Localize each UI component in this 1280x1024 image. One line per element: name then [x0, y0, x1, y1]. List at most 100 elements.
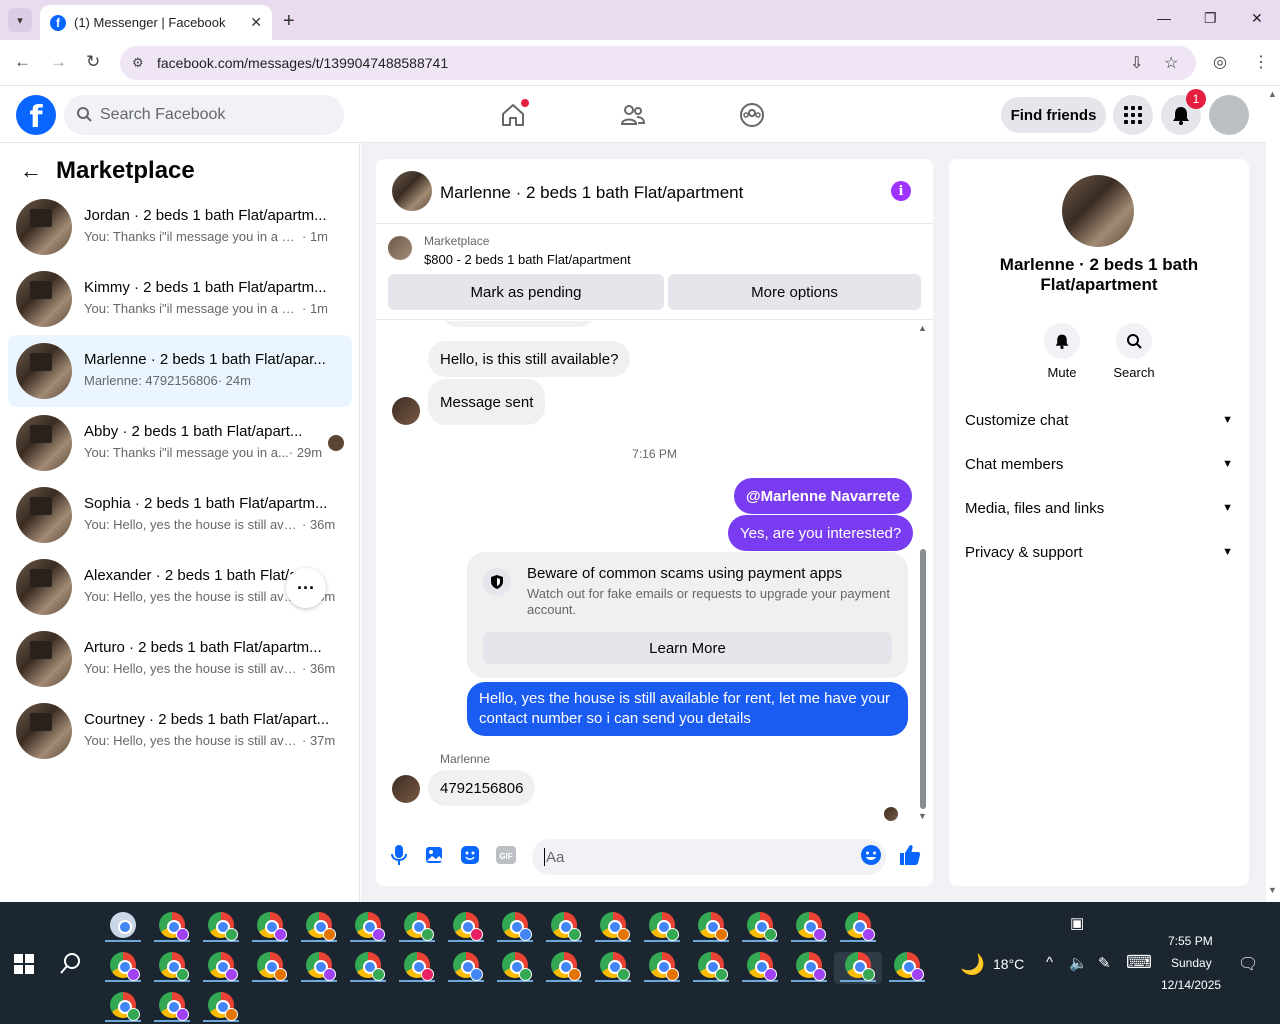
- chat-avatar[interactable]: [392, 171, 432, 211]
- conversation-item[interactable]: Courtney · 2 beds 1 bath Flat/apart... Yo…: [8, 695, 352, 767]
- back-button[interactable]: ←: [14, 52, 31, 72]
- bookmark-star-icon[interactable]: ☆: [1164, 53, 1178, 73]
- message-input[interactable]: Aa: [532, 839, 886, 875]
- chrome-taskbar-icon[interactable]: [208, 992, 238, 1021]
- chrome-taskbar-icon[interactable]: [502, 912, 532, 941]
- account-avatar[interactable]: [1209, 95, 1249, 135]
- chrome-taskbar-icon[interactable]: [796, 912, 826, 941]
- sender-avatar[interactable]: [392, 397, 420, 425]
- address-bar[interactable]: ⚙ facebook.com/messages/t/13990474885887…: [120, 46, 1196, 80]
- details-avatar[interactable]: [1062, 175, 1134, 247]
- facebook-search[interactable]: Search Facebook: [64, 95, 344, 135]
- conversation-item[interactable]: Arturo · 2 beds 1 bath Flat/apartm... You…: [8, 623, 352, 695]
- tab-close-icon[interactable]: ✕: [250, 14, 262, 31]
- home-icon[interactable]: [499, 99, 529, 129]
- chrome-taskbar-icon[interactable]: [355, 952, 385, 981]
- keyboard-icon[interactable]: ⌨: [1126, 952, 1152, 973]
- friends-icon[interactable]: [619, 101, 647, 129]
- chrome-taskbar-icon[interactable]: [159, 952, 189, 981]
- chrome-taskbar-icon[interactable]: [698, 912, 728, 941]
- chat-title[interactable]: Marlenne · 2 beds 1 bath Flat/apartment: [440, 183, 743, 203]
- scroll-down-arrow[interactable]: ▼: [918, 811, 927, 821]
- listing-title[interactable]: $800 - 2 beds 1 bath Flat/apartment: [424, 252, 631, 267]
- sticker-icon[interactable]: [459, 844, 481, 866]
- restore-button[interactable]: ❐: [1204, 10, 1217, 27]
- clock-day[interactable]: Sunday: [1171, 956, 1212, 970]
- gif-icon[interactable]: GIF: [495, 844, 517, 866]
- scroll-up-arrow[interactable]: ▲: [918, 323, 927, 333]
- app-icon[interactable]: [110, 912, 136, 938]
- sender-avatar-2[interactable]: [392, 775, 420, 803]
- emoji-icon[interactable]: [860, 844, 882, 866]
- install-app-icon[interactable]: ⇩: [1130, 53, 1143, 73]
- chrome-taskbar-icon[interactable]: [110, 992, 140, 1021]
- close-window-button[interactable]: ✕: [1251, 10, 1263, 27]
- media-files-links-row[interactable]: Media, files and links ▼: [965, 496, 1233, 520]
- conversation-more-options-button[interactable]: ···: [286, 568, 326, 608]
- page-scroll-up-arrow[interactable]: ▲: [1268, 89, 1277, 99]
- find-friends-button[interactable]: Find friends: [1001, 97, 1106, 133]
- site-info-icon[interactable]: ⚙: [132, 55, 144, 71]
- new-tab-button[interactable]: +: [283, 10, 295, 33]
- chrome-taskbar-icon[interactable]: [796, 952, 826, 981]
- chrome-taskbar-icon[interactable]: [747, 952, 777, 981]
- weather-moon-icon[interactable]: 🌙: [960, 952, 985, 977]
- menu-grid-icon[interactable]: [1113, 95, 1153, 135]
- notification-center-icon[interactable]: 🗨: [1238, 954, 1258, 974]
- browser-tab[interactable]: f (1) Messenger | Facebook ✕: [40, 5, 272, 40]
- back-arrow-icon[interactable]: ←: [20, 158, 42, 184]
- tab-search-dropdown[interactable]: ▾: [8, 8, 32, 32]
- chrome-taskbar-icon[interactable]: [845, 912, 875, 941]
- chrome-taskbar-icon[interactable]: [208, 952, 238, 981]
- listing-thumbnail[interactable]: [388, 236, 412, 260]
- pen-icon[interactable]: ✎: [1098, 954, 1111, 972]
- chrome-taskbar-icon[interactable]: [845, 952, 875, 981]
- conversation-item[interactable]: Jordan · 2 beds 1 bath Flat/apartm... You…: [8, 191, 352, 263]
- scrollbar-thumb[interactable]: [920, 549, 926, 809]
- chrome-taskbar-icon[interactable]: [453, 952, 483, 981]
- clock-time[interactable]: 7:55 PM: [1168, 934, 1213, 948]
- chrome-taskbar-icon[interactable]: [894, 952, 924, 981]
- chrome-taskbar-icon[interactable]: [404, 952, 434, 981]
- chrome-taskbar-icon[interactable]: [502, 952, 532, 981]
- chrome-taskbar-icon[interactable]: [110, 952, 140, 981]
- chrome-taskbar-icon[interactable]: [355, 912, 385, 941]
- conversation-item[interactable]: Abby · 2 beds 1 bath Flat/apart... You: T…: [8, 407, 352, 479]
- chrome-taskbar-icon[interactable]: [600, 952, 630, 981]
- temperature[interactable]: 18°C: [993, 956, 1024, 972]
- windows-start-icon[interactable]: [14, 954, 34, 974]
- facebook-logo[interactable]: f: [16, 95, 56, 135]
- chrome-taskbar-icon[interactable]: [159, 912, 189, 941]
- conversation-item[interactable]: Sophia · 2 beds 1 bath Flat/apartm... You…: [8, 479, 352, 551]
- chrome-taskbar-icon[interactable]: [159, 992, 189, 1021]
- chat-members-row[interactable]: Chat members ▼: [965, 452, 1233, 476]
- chrome-taskbar-icon[interactable]: [649, 952, 679, 981]
- photo-icon[interactable]: [423, 844, 445, 866]
- learn-more-button[interactable]: Learn More: [483, 632, 892, 664]
- forward-button[interactable]: →: [50, 52, 67, 72]
- chrome-taskbar-icon[interactable]: [551, 952, 581, 981]
- reload-button[interactable]: ↻: [86, 52, 100, 72]
- chrome-taskbar-icon[interactable]: [600, 912, 630, 941]
- customize-chat-row[interactable]: Customize chat ▼: [965, 408, 1233, 432]
- chrome-taskbar-icon[interactable]: [453, 912, 483, 941]
- conversation-item[interactable]: Kimmy · 2 beds 1 bath Flat/apartm... You:…: [8, 263, 352, 335]
- chrome-taskbar-icon[interactable]: [649, 912, 679, 941]
- mark-as-pending-button[interactable]: Mark as pending: [388, 274, 664, 310]
- page-scrollbar[interactable]: ▲ ▼: [1266, 87, 1280, 902]
- chrome-taskbar-icon[interactable]: [257, 952, 287, 981]
- mute-button[interactable]: Mute: [1032, 323, 1092, 380]
- groups-icon[interactable]: [738, 101, 766, 129]
- page-scroll-down-arrow[interactable]: ▼: [1268, 885, 1277, 895]
- menu-kebab-icon[interactable]: ⋮: [1253, 52, 1269, 72]
- thumbs-up-icon[interactable]: [899, 844, 921, 866]
- more-options-button[interactable]: More options: [668, 274, 921, 310]
- chevron-up-icon[interactable]: ^: [1046, 954, 1053, 971]
- chrome-taskbar-icon[interactable]: [306, 912, 336, 941]
- profile-icon[interactable]: ◎: [1213, 52, 1227, 72]
- chrome-taskbar-icon[interactable]: [698, 952, 728, 981]
- task-view-icon[interactable]: ▣: [1070, 914, 1084, 932]
- taskbar-search-icon[interactable]: [60, 952, 82, 980]
- search-in-chat-button[interactable]: Search: [1104, 323, 1164, 380]
- chrome-taskbar-icon[interactable]: [257, 912, 287, 941]
